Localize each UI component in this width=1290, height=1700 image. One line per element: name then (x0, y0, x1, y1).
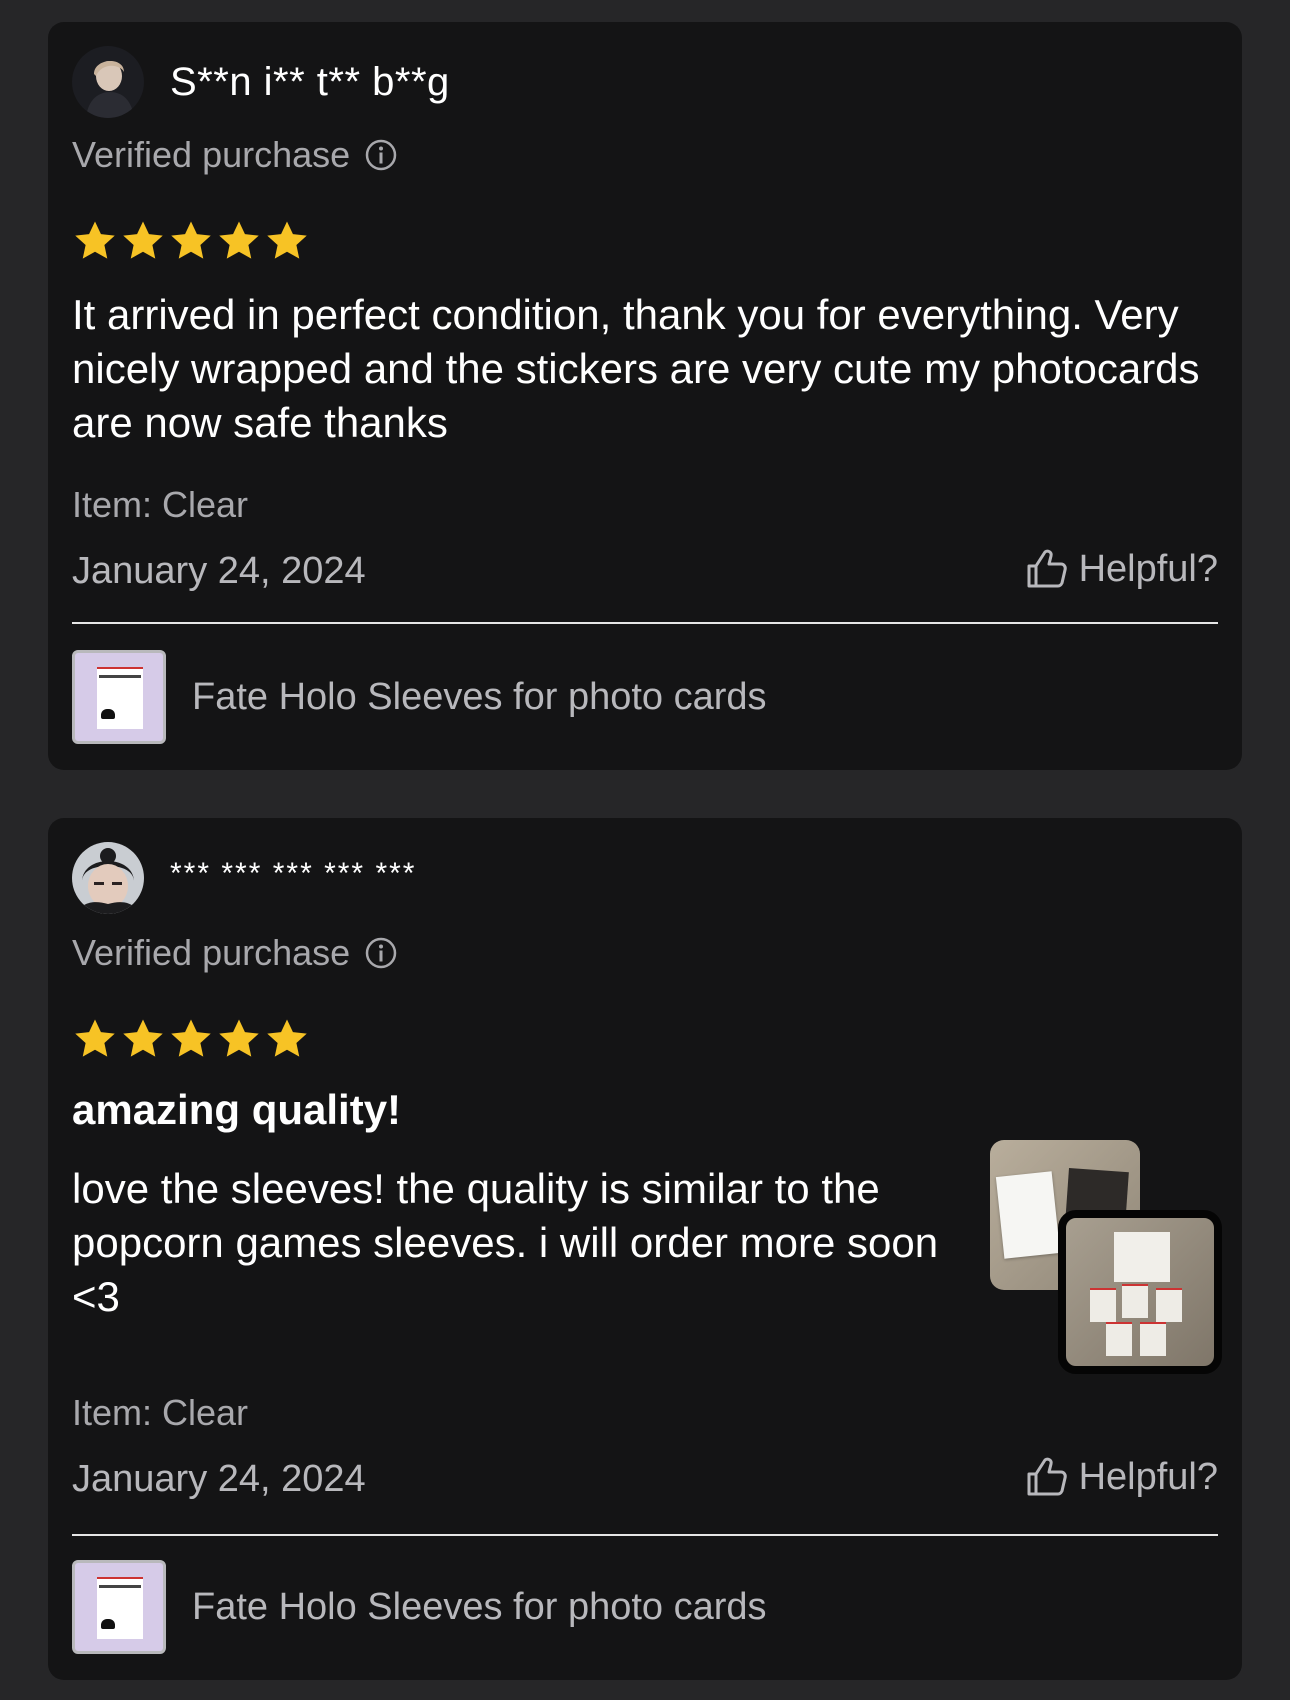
divider (72, 622, 1218, 624)
review-text: love the sleeves! the quality is similar… (72, 1165, 939, 1320)
star-icon (171, 221, 211, 259)
info-icon[interactable] (364, 138, 398, 172)
verified-purchase: Verified purchase (72, 134, 398, 176)
star-icon (267, 221, 307, 259)
review-card: S**n i** t** b**g Verified purchase It a… (48, 22, 1242, 770)
star-icon (267, 1019, 307, 1057)
info-icon[interactable] (364, 936, 398, 970)
review-header: S**n i** t** b**g (72, 46, 450, 118)
star-rating (72, 218, 310, 264)
review-date: January 24, 2024 (72, 1458, 366, 1500)
star-icon (171, 1019, 211, 1057)
product-thumbnail (72, 650, 166, 744)
avatar[interactable] (72, 842, 144, 914)
avatar[interactable] (72, 46, 144, 118)
review-photo[interactable] (1058, 1210, 1222, 1374)
star-icon (123, 221, 163, 259)
star-icon (219, 1019, 259, 1057)
review-title: amazing quality! (72, 1086, 402, 1133)
verified-purchase: Verified purchase (72, 932, 398, 974)
verified-label: Verified purchase (72, 134, 351, 175)
star-icon (219, 221, 259, 259)
reviewer-name: *** *** *** *** *** (170, 857, 417, 890)
product-name: Fate Holo Sleeves for photo cards (192, 1585, 767, 1628)
item-variant: Item: Clear (72, 1392, 249, 1433)
verified-label: Verified purchase (72, 932, 351, 973)
reviewer-name: S**n i** t** b**g (170, 59, 450, 104)
star-rating (72, 1016, 310, 1062)
review-date: January 24, 2024 (72, 550, 366, 592)
review-text: It arrived in perfect condition, thank y… (72, 291, 1200, 446)
divider (72, 1534, 1218, 1536)
helpful-label: Helpful? (1078, 1455, 1218, 1498)
helpful-button[interactable]: Helpful? (1023, 546, 1218, 592)
star-icon (75, 221, 115, 259)
review-card: *** *** *** *** *** Verified purchase am… (48, 818, 1242, 1680)
item-variant: Item: Clear (72, 484, 249, 525)
helpful-label: Helpful? (1078, 547, 1218, 590)
thumbs-up-icon (1027, 549, 1067, 588)
product-link[interactable]: Fate Holo Sleeves for photo cards (72, 650, 767, 744)
product-name: Fate Holo Sleeves for photo cards (192, 675, 767, 718)
thumbs-up-icon (1027, 1457, 1067, 1496)
star-icon (123, 1019, 163, 1057)
product-link[interactable]: Fate Holo Sleeves for photo cards (72, 1560, 767, 1654)
helpful-button[interactable]: Helpful? (1023, 1454, 1218, 1500)
star-icon (75, 1019, 115, 1057)
review-header: *** *** *** *** *** (72, 842, 416, 914)
product-thumbnail (72, 1560, 166, 1654)
